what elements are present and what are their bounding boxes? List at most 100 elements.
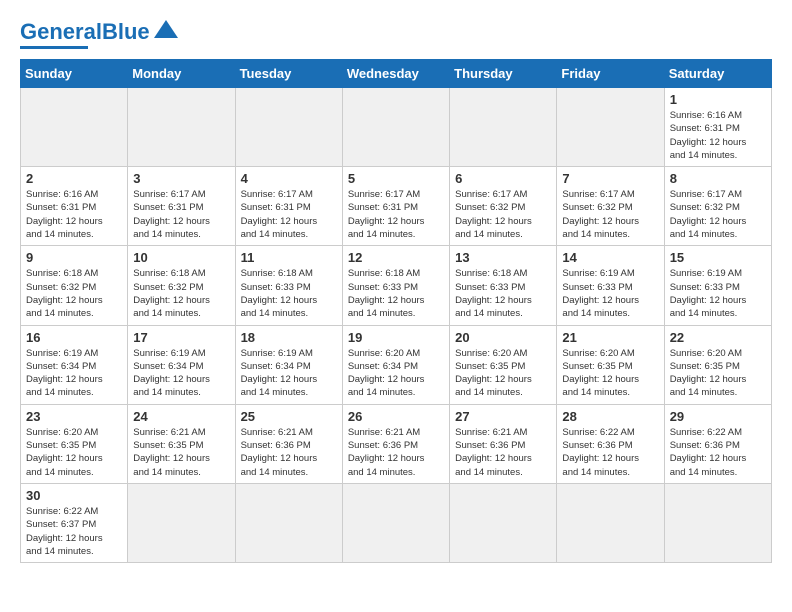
calendar-cell: 1 Sunrise: 6:16 AMSunset: 6:31 PMDaylight…: [664, 88, 771, 167]
weekday-header-wednesday: Wednesday: [342, 60, 449, 88]
day-number: 20: [455, 330, 551, 345]
day-number: 30: [26, 488, 122, 503]
day-number: 15: [670, 250, 766, 265]
calendar-cell: [235, 88, 342, 167]
day-info: Sunrise: 6:21 AMSunset: 6:36 PMDaylight:…: [241, 426, 337, 479]
calendar-header: GeneralBlue: [20, 20, 772, 49]
calendar-cell: 13Sunrise: 6:18 AMSunset: 6:33 PMDayligh…: [450, 246, 557, 325]
calendar-table: SundayMondayTuesdayWednesdayThursdayFrid…: [20, 59, 772, 563]
day-number: 21: [562, 330, 658, 345]
calendar-cell: 9Sunrise: 6:18 AMSunset: 6:32 PMDaylight…: [21, 246, 128, 325]
day-number: 8: [670, 171, 766, 186]
calendar-cell: 7 Sunrise: 6:17 AMSunset: 6:32 PMDaylight…: [557, 167, 664, 246]
day-info: Sunrise: 6:20 AMSunset: 6:35 PMDaylight:…: [670, 347, 766, 400]
logo-blue: Blue: [102, 19, 150, 44]
calendar-cell: 3Sunrise: 6:17 AMSunset: 6:31 PMDaylight…: [128, 167, 235, 246]
calendar-cell: 29 Sunrise: 6:22 AMSunset: 6:36 PMDayligh…: [664, 404, 771, 483]
calendar-cell: 5 Sunrise: 6:17 AMSunset: 6:31 PMDaylight…: [342, 167, 449, 246]
day-info: Sunrise: 6:20 AMSunset: 6:35 PMDaylight:…: [455, 347, 551, 400]
calendar-cell: 25 Sunrise: 6:21 AMSunset: 6:36 PMDayligh…: [235, 404, 342, 483]
day-info: Sunrise: 6:17 AMSunset: 6:32 PMDaylight:…: [562, 188, 658, 241]
weekday-header-sunday: Sunday: [21, 60, 128, 88]
calendar-cell: [342, 88, 449, 167]
calendar-row-5: 30 Sunrise: 6:22 AMSunset: 6:37 PMDayligh…: [21, 483, 772, 562]
day-number: 24: [133, 409, 229, 424]
calendar-cell: 12 Sunrise: 6:18 AMSunset: 6:33 PMDayligh…: [342, 246, 449, 325]
day-number: 28: [562, 409, 658, 424]
day-number: 3: [133, 171, 229, 186]
calendar-cell: [128, 483, 235, 562]
calendar-cell: 14 Sunrise: 6:19 AMSunset: 6:33 PMDayligh…: [557, 246, 664, 325]
day-number: 5: [348, 171, 444, 186]
day-info: Sunrise: 6:17 AMSunset: 6:32 PMDaylight:…: [670, 188, 766, 241]
calendar-cell: 17 Sunrise: 6:19 AMSunset: 6:34 PMDayligh…: [128, 325, 235, 404]
day-info: Sunrise: 6:20 AMSunset: 6:34 PMDaylight:…: [348, 347, 444, 400]
calendar-cell: 30 Sunrise: 6:22 AMSunset: 6:37 PMDayligh…: [21, 483, 128, 562]
day-info: Sunrise: 6:16 AMSunset: 6:31 PMDaylight:…: [26, 188, 122, 241]
day-info: Sunrise: 6:17 AMSunset: 6:31 PMDaylight:…: [241, 188, 337, 241]
calendar-cell: 16Sunrise: 6:19 AMSunset: 6:34 PMDayligh…: [21, 325, 128, 404]
calendar-cell: 22Sunrise: 6:20 AMSunset: 6:35 PMDayligh…: [664, 325, 771, 404]
day-number: 29: [670, 409, 766, 424]
day-number: 23: [26, 409, 122, 424]
day-info: Sunrise: 6:17 AMSunset: 6:31 PMDaylight:…: [348, 188, 444, 241]
calendar-cell: 15 Sunrise: 6:19 AMSunset: 6:33 PMDayligh…: [664, 246, 771, 325]
day-info: Sunrise: 6:19 AMSunset: 6:34 PMDaylight:…: [26, 347, 122, 400]
calendar-cell: [557, 483, 664, 562]
day-info: Sunrise: 6:19 AMSunset: 6:33 PMDaylight:…: [670, 267, 766, 320]
day-info: Sunrise: 6:16 AMSunset: 6:31 PMDaylight:…: [670, 109, 766, 162]
calendar-cell: 11 Sunrise: 6:18 AMSunset: 6:33 PMDayligh…: [235, 246, 342, 325]
calendar-cell: [342, 483, 449, 562]
day-info: Sunrise: 6:21 AMSunset: 6:35 PMDaylight:…: [133, 426, 229, 479]
logo-icon: [152, 16, 180, 44]
calendar-cell: 21Sunrise: 6:20 AMSunset: 6:35 PMDayligh…: [557, 325, 664, 404]
calendar-cell: 18Sunrise: 6:19 AMSunset: 6:34 PMDayligh…: [235, 325, 342, 404]
weekday-header-friday: Friday: [557, 60, 664, 88]
calendar-cell: 19 Sunrise: 6:20 AMSunset: 6:34 PMDayligh…: [342, 325, 449, 404]
day-info: Sunrise: 6:18 AMSunset: 6:33 PMDaylight:…: [348, 267, 444, 320]
day-info: Sunrise: 6:18 AMSunset: 6:33 PMDaylight:…: [455, 267, 551, 320]
day-number: 27: [455, 409, 551, 424]
day-number: 26: [348, 409, 444, 424]
day-number: 25: [241, 409, 337, 424]
calendar-row-2: 9Sunrise: 6:18 AMSunset: 6:32 PMDaylight…: [21, 246, 772, 325]
day-number: 17: [133, 330, 229, 345]
logo: GeneralBlue: [20, 20, 180, 49]
day-info: Sunrise: 6:18 AMSunset: 6:32 PMDaylight:…: [26, 267, 122, 320]
day-number: 4: [241, 171, 337, 186]
day-number: 12: [348, 250, 444, 265]
calendar-cell: 6 Sunrise: 6:17 AMSunset: 6:32 PMDaylight…: [450, 167, 557, 246]
calendar-cell: 23Sunrise: 6:20 AMSunset: 6:35 PMDayligh…: [21, 404, 128, 483]
day-info: Sunrise: 6:22 AMSunset: 6:37 PMDaylight:…: [26, 505, 122, 558]
day-number: 7: [562, 171, 658, 186]
day-number: 10: [133, 250, 229, 265]
weekday-header-thursday: Thursday: [450, 60, 557, 88]
calendar-cell: [450, 483, 557, 562]
calendar-row-3: 16Sunrise: 6:19 AMSunset: 6:34 PMDayligh…: [21, 325, 772, 404]
day-info: Sunrise: 6:18 AMSunset: 6:33 PMDaylight:…: [241, 267, 337, 320]
day-info: Sunrise: 6:22 AMSunset: 6:36 PMDaylight:…: [670, 426, 766, 479]
weekday-header-tuesday: Tuesday: [235, 60, 342, 88]
day-number: 18: [241, 330, 337, 345]
weekday-header-row: SundayMondayTuesdayWednesdayThursdayFrid…: [21, 60, 772, 88]
calendar-cell: 8 Sunrise: 6:17 AMSunset: 6:32 PMDaylight…: [664, 167, 771, 246]
day-info: Sunrise: 6:17 AMSunset: 6:32 PMDaylight:…: [455, 188, 551, 241]
calendar-cell: 27 Sunrise: 6:21 AMSunset: 6:36 PMDayligh…: [450, 404, 557, 483]
calendar-cell: [664, 483, 771, 562]
day-number: 1: [670, 92, 766, 107]
weekday-header-monday: Monday: [128, 60, 235, 88]
day-number: 11: [241, 250, 337, 265]
day-number: 19: [348, 330, 444, 345]
calendar-cell: 4 Sunrise: 6:17 AMSunset: 6:31 PMDaylight…: [235, 167, 342, 246]
calendar-cell: 10Sunrise: 6:18 AMSunset: 6:32 PMDayligh…: [128, 246, 235, 325]
day-info: Sunrise: 6:19 AMSunset: 6:33 PMDaylight:…: [562, 267, 658, 320]
day-info: Sunrise: 6:21 AMSunset: 6:36 PMDaylight:…: [455, 426, 551, 479]
day-number: 6: [455, 171, 551, 186]
day-number: 2: [26, 171, 122, 186]
calendar-cell: [21, 88, 128, 167]
calendar-cell: 28Sunrise: 6:22 AMSunset: 6:36 PMDayligh…: [557, 404, 664, 483]
calendar-cell: [557, 88, 664, 167]
day-number: 14: [562, 250, 658, 265]
day-info: Sunrise: 6:19 AMSunset: 6:34 PMDaylight:…: [133, 347, 229, 400]
calendar-cell: [128, 88, 235, 167]
